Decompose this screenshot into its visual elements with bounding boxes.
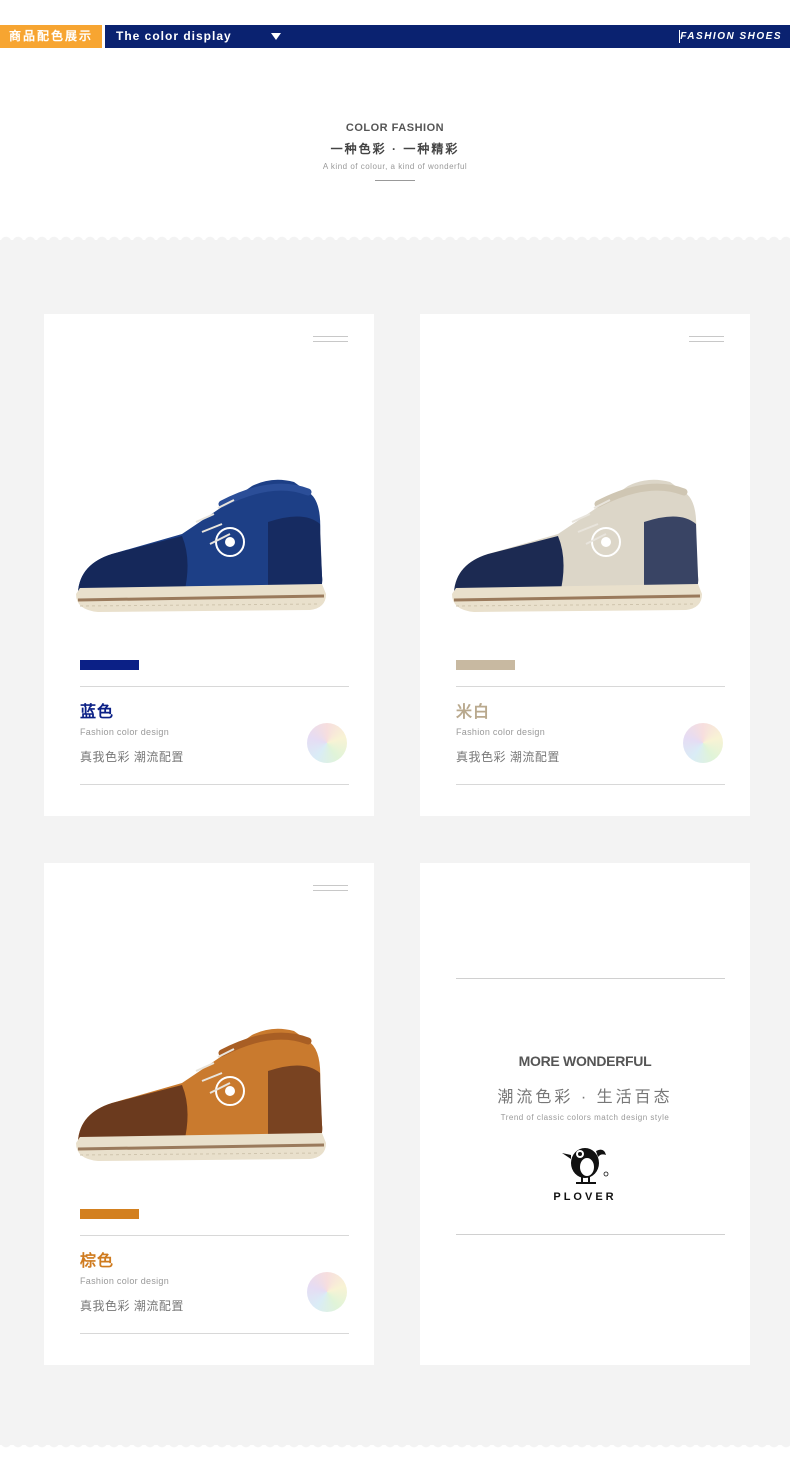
intro-heading: COLOR FASHION 一种色彩 · 一种精彩 A kind of colo… <box>0 122 790 181</box>
promo-rule-bottom <box>456 1234 725 1235</box>
product-color-name: 米白 <box>456 704 491 721</box>
product-en-subtitle: Fashion color design <box>80 727 170 737</box>
promo-trend: Trend of classic colors match design sty… <box>500 1113 670 1122</box>
product-card-blue[interactable]: 蓝色 Fashion color design 真我色彩 潮流配置 <box>44 314 374 816</box>
shoe-image <box>452 479 702 612</box>
product-card-brown[interactable]: 棕色 Fashion color design 真我色彩 潮流配置 <box>44 863 374 1365</box>
header-right-label: FASHION SHOES <box>680 31 782 42</box>
promo-rule-top <box>456 978 725 979</box>
plover-bird-logo-icon <box>562 1148 609 1184</box>
shoe-image <box>76 1028 326 1161</box>
rainbow-color-icon <box>307 723 347 763</box>
header-band: The color display FASHION SHOES <box>105 25 790 48</box>
menu-lines-icon <box>689 336 724 350</box>
intro-title-en: COLOR FASHION <box>345 122 445 134</box>
product-card-beige[interactable]: 米白 Fashion color design 真我色彩 潮流配置 <box>420 314 750 816</box>
brand-name: PLOVER <box>553 1191 617 1203</box>
promo-card: MORE WONDERFUL 潮流色彩 · 生活百态 Trend of clas… <box>420 863 750 1365</box>
card-rule-bottom <box>80 784 349 785</box>
card-rule-top <box>80 686 349 687</box>
color-swatch <box>80 1209 139 1219</box>
product-cn-subtitle: 真我色彩 潮流配置 <box>80 1299 184 1313</box>
rainbow-color-icon <box>307 1272 347 1312</box>
intro-rule <box>375 180 415 181</box>
color-swatch <box>456 660 515 670</box>
product-en-subtitle: Fashion color design <box>80 1276 170 1286</box>
header-title: The color display <box>116 29 232 43</box>
menu-lines-icon <box>313 885 348 899</box>
color-swatch <box>80 660 139 670</box>
shoe-image <box>76 479 326 612</box>
header-bar: 商品配色展示 The color display FASHION SHOES <box>0 25 790 48</box>
dropdown-caret-icon[interactable] <box>271 33 281 40</box>
scallop-edge-bottom <box>0 1442 790 1450</box>
product-color-name: 棕色 <box>80 1253 115 1270</box>
product-cn-subtitle: 真我色彩 潮流配置 <box>456 750 560 764</box>
rainbow-color-icon <box>683 723 723 763</box>
section-tag: 商品配色展示 <box>0 25 102 48</box>
card-rule-top <box>80 1235 349 1236</box>
intro-subtitle: A kind of colour, a kind of wonderful <box>322 162 468 171</box>
product-en-subtitle: Fashion color design <box>456 727 546 737</box>
product-color-name: 蓝色 <box>80 704 115 721</box>
promo-title: MORE WONDERFUL <box>518 1053 652 1069</box>
menu-lines-icon <box>313 336 348 350</box>
promo-slogan: 潮流色彩 · 生活百态 <box>497 1089 673 1106</box>
card-rule-bottom <box>80 1333 349 1334</box>
product-cn-subtitle: 真我色彩 潮流配置 <box>80 750 184 764</box>
intro-title-cn: 一种色彩 · 一种精彩 <box>330 142 460 156</box>
card-rule-top <box>456 686 725 687</box>
card-rule-bottom <box>456 784 725 785</box>
